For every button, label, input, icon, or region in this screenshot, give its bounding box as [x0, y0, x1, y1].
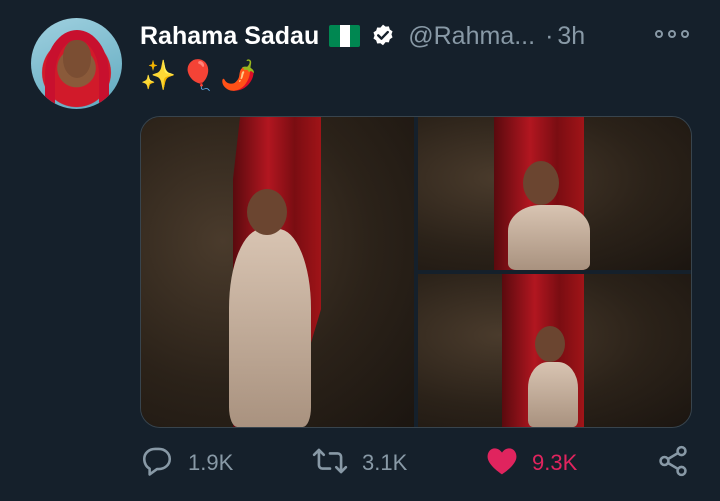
retweet-icon: [312, 444, 348, 483]
author-handle[interactable]: @Rahma...: [408, 22, 535, 51]
reply-count: 1.9K: [188, 450, 234, 475]
avatar-face: [63, 40, 91, 78]
tweet-text: ✨🎈🌶️: [140, 60, 261, 92]
media-photo-2[interactable]: [418, 117, 691, 270]
media-photo-3[interactable]: [418, 274, 691, 427]
nigeria-flag-icon: [329, 25, 361, 47]
tweet-timestamp[interactable]: 3h: [557, 22, 585, 51]
like-button[interactable]: 9.3K: [486, 440, 577, 486]
reply-button[interactable]: 1.9K: [140, 440, 233, 486]
author-avatar[interactable]: [31, 18, 122, 109]
tweet-actions: 1.9K 3.1K 9.3K: [140, 440, 700, 486]
reply-icon: [140, 444, 174, 483]
author-name[interactable]: Rahama Sadau: [140, 22, 319, 51]
share-button[interactable]: [656, 440, 690, 486]
heart-icon: [486, 446, 518, 481]
media-grid: [140, 116, 692, 428]
share-icon: [656, 444, 690, 483]
media-photo-1[interactable]: [141, 117, 414, 427]
retweet-count: 3.1K: [362, 450, 408, 475]
header-separator: ·: [545, 21, 554, 50]
more-options-icon[interactable]: [655, 24, 689, 44]
tweet-header: Rahama Sadau @Rahma... · 3h: [140, 20, 585, 52]
retweet-button[interactable]: 3.1K: [312, 440, 407, 486]
verified-badge-icon: [370, 23, 396, 49]
like-count: 9.3K: [532, 450, 578, 475]
